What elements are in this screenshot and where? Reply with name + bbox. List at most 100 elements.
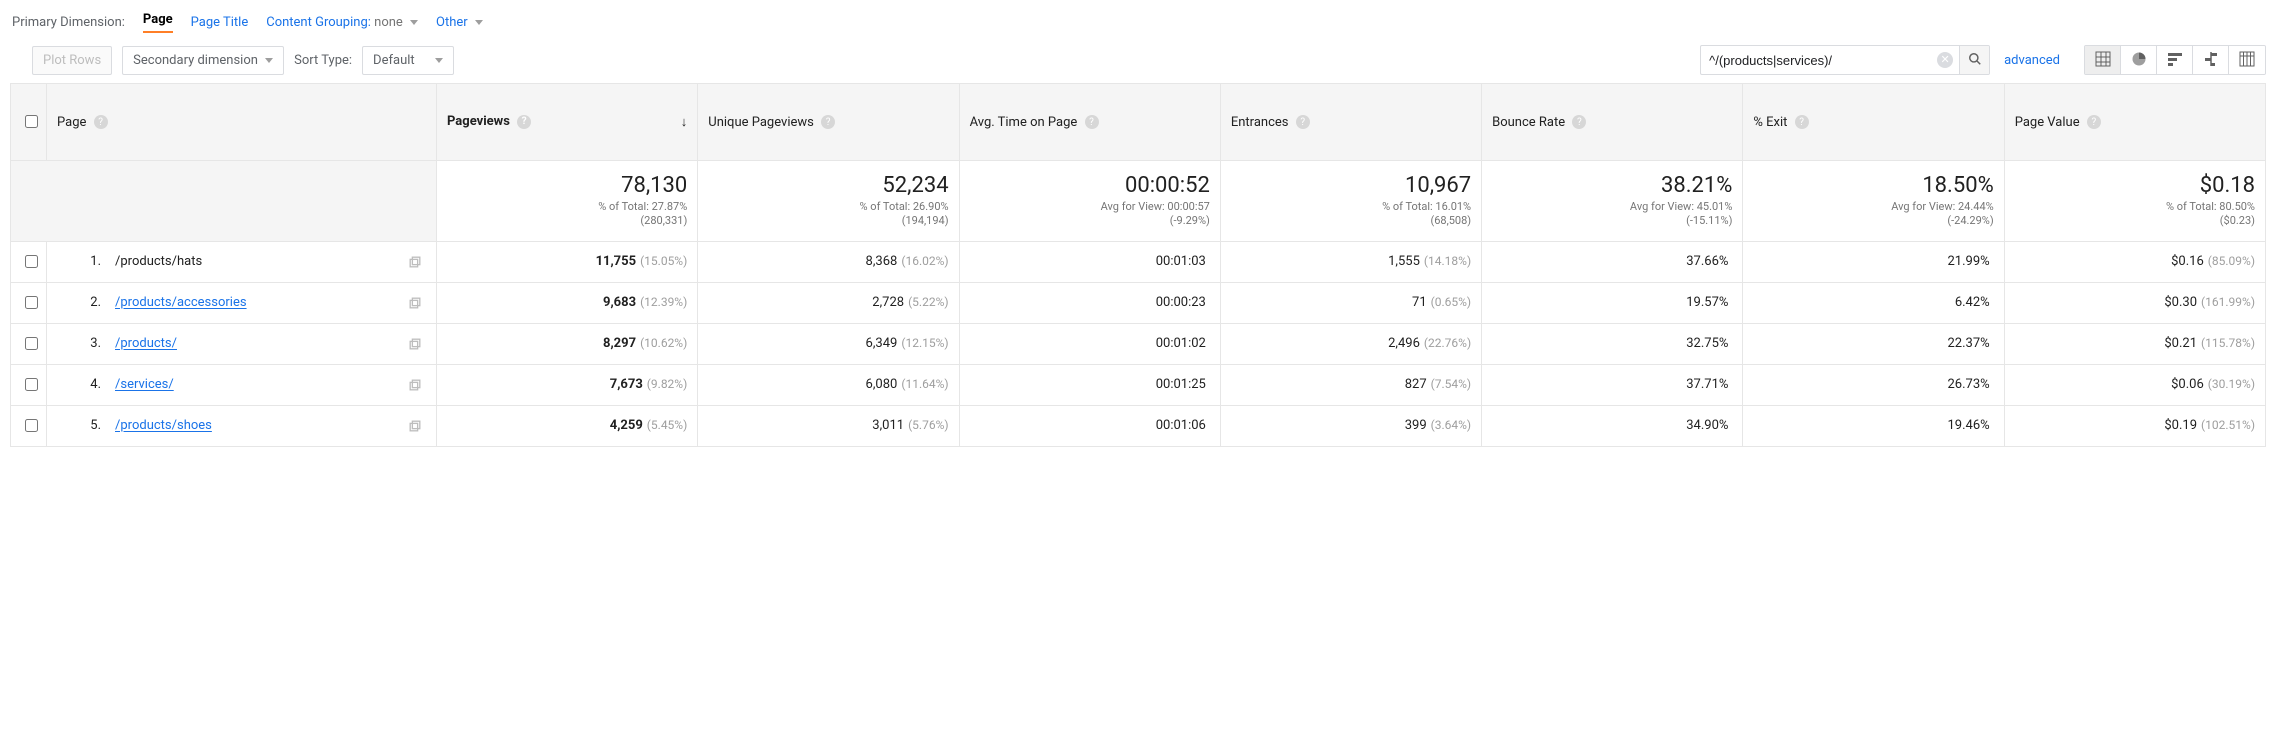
bars-centered-icon: [2203, 51, 2219, 70]
row-checkbox[interactable]: [25, 378, 38, 391]
primary-dimension-page[interactable]: Page: [143, 12, 173, 33]
grid-icon: [2095, 51, 2111, 70]
metric-cell: 4,259(5.45%): [437, 405, 698, 446]
view-mode-toggle: [2084, 45, 2266, 75]
metric-cell: 37.71%: [1482, 364, 1743, 405]
help-icon[interactable]: ?: [517, 115, 531, 129]
open-external-icon[interactable]: [408, 337, 422, 351]
open-external-icon[interactable]: [408, 255, 422, 269]
secondary-dimension-dropdown[interactable]: Secondary dimension: [122, 46, 284, 75]
metric-cell: 71(0.65%): [1220, 282, 1481, 323]
page-path-link[interactable]: /products/shoes: [115, 418, 212, 433]
select-all-checkbox[interactable]: [25, 115, 38, 128]
row-page-cell: 4./services/: [47, 364, 437, 405]
metric-cell: 827(7.54%): [1220, 364, 1481, 405]
primary-dimension-bar: Primary Dimension: Page Page Title Conte…: [10, 6, 2266, 43]
help-icon[interactable]: ?: [2087, 115, 2101, 129]
summary-row: 78,130% of Total: 27.87%(280,331) 52,234…: [11, 161, 2266, 242]
col-pageviews[interactable]: Pageviews ? ↓: [437, 84, 698, 161]
page-path-link[interactable]: /products/: [115, 336, 177, 351]
col-entrances[interactable]: Entrances ?: [1220, 84, 1481, 161]
help-icon[interactable]: ?: [1296, 115, 1310, 129]
metric-cell: 37.66%: [1482, 241, 1743, 282]
primary-dimension-label: Primary Dimension:: [12, 15, 125, 30]
metric-cell: 7,673(9.82%): [437, 364, 698, 405]
table-row: 2./products/accessories9,683(12.39%)2,72…: [11, 282, 2266, 323]
plot-rows-button[interactable]: Plot Rows: [32, 46, 112, 75]
table-toolbar: Plot Rows Secondary dimension Sort Type:…: [10, 43, 2266, 83]
page-path-link[interactable]: /products/hats: [115, 254, 202, 269]
col-page[interactable]: Page ?: [47, 84, 437, 161]
metric-cell: 6,080(11.64%): [698, 364, 959, 405]
pivot-icon: [2239, 51, 2255, 70]
row-index: 3.: [47, 336, 115, 351]
metric-cell: 3,011(5.76%): [698, 405, 959, 446]
primary-dimension-content-grouping[interactable]: Content Grouping: none: [266, 15, 418, 30]
metric-cell: 8,297(10.62%): [437, 323, 698, 364]
row-checkbox[interactable]: [25, 337, 38, 350]
metric-cell: 19.46%: [1743, 405, 2004, 446]
table-search: ✕: [1700, 45, 1990, 75]
view-pivot-button[interactable]: [2229, 46, 2265, 74]
page-path-link[interactable]: /products/accessories: [115, 295, 247, 310]
metric-cell: 2,496(22.76%): [1220, 323, 1481, 364]
table-row: 4./services/7,673(9.82%)6,080(11.64%)00:…: [11, 364, 2266, 405]
col-pct-exit[interactable]: % Exit ?: [1743, 84, 2004, 161]
col-avg-time[interactable]: Avg. Time on Page ?: [959, 84, 1220, 161]
table-row: 3./products/8,297(10.62%)6,349(12.15%)00…: [11, 323, 2266, 364]
row-page-cell: 3./products/: [47, 323, 437, 364]
metric-cell: 1,555(14.18%): [1220, 241, 1481, 282]
open-external-icon[interactable]: [408, 378, 422, 392]
row-index: 2.: [47, 295, 115, 310]
row-page-cell: 1./products/hats: [47, 241, 437, 282]
metric-cell: 9,683(12.39%): [437, 282, 698, 323]
help-icon[interactable]: ?: [1572, 115, 1586, 129]
help-icon[interactable]: ?: [1085, 115, 1099, 129]
metric-cell: 00:00:23: [959, 282, 1220, 323]
chevron-down-icon: [265, 58, 273, 63]
chevron-down-icon: [435, 58, 443, 63]
row-checkbox[interactable]: [25, 296, 38, 309]
metric-cell: 00:01:25: [959, 364, 1220, 405]
page-path-link[interactable]: /services/: [115, 377, 174, 392]
view-data-table-button[interactable]: [2085, 46, 2121, 74]
row-checkbox-cell: [11, 364, 47, 405]
view-performance-button[interactable]: [2157, 46, 2193, 74]
metric-cell: $0.21(115.78%): [2004, 323, 2265, 364]
metric-cell: 00:01:02: [959, 323, 1220, 364]
col-bounce-rate[interactable]: Bounce Rate ?: [1482, 84, 1743, 161]
col-page-value[interactable]: Page Value ?: [2004, 84, 2265, 161]
metric-cell: $0.19(102.51%): [2004, 405, 2265, 446]
sort-desc-icon: ↓: [681, 114, 688, 130]
view-comparison-button[interactable]: [2193, 46, 2229, 74]
metric-cell: $0.16(85.09%): [2004, 241, 2265, 282]
open-external-icon[interactable]: [408, 419, 422, 433]
search-input[interactable]: [1701, 49, 1937, 72]
metric-cell: 32.75%: [1482, 323, 1743, 364]
table-row: 5./products/shoes4,259(5.45%)3,011(5.76%…: [11, 405, 2266, 446]
view-percentage-button[interactable]: [2121, 46, 2157, 74]
row-checkbox[interactable]: [25, 255, 38, 268]
primary-dimension-other[interactable]: Other: [436, 15, 483, 30]
open-external-icon[interactable]: [408, 296, 422, 310]
help-icon[interactable]: ?: [1795, 115, 1809, 129]
metric-cell: 00:01:03: [959, 241, 1220, 282]
clear-search-button[interactable]: ✕: [1937, 52, 1953, 68]
sort-type-dropdown[interactable]: Default: [362, 46, 454, 75]
row-checkbox-cell: [11, 405, 47, 446]
report-table: Page ? Pageviews ? ↓ Unique Pageviews ? …: [10, 83, 2266, 447]
search-button[interactable]: [1959, 46, 1989, 74]
help-icon[interactable]: ?: [821, 115, 835, 129]
bars-horizontal-icon: [2167, 51, 2183, 70]
row-checkbox[interactable]: [25, 419, 38, 432]
primary-dimension-page-title[interactable]: Page Title: [191, 15, 249, 30]
sort-type-label: Sort Type:: [294, 53, 352, 68]
metric-cell: 8,368(16.02%): [698, 241, 959, 282]
metric-cell: $0.30(161.99%): [2004, 282, 2265, 323]
col-unique-pageviews[interactable]: Unique Pageviews ?: [698, 84, 959, 161]
advanced-search-link[interactable]: advanced: [2004, 53, 2060, 68]
row-page-cell: 2./products/accessories: [47, 282, 437, 323]
metric-cell: 11,755(15.05%): [437, 241, 698, 282]
metric-cell: 2,728(5.22%): [698, 282, 959, 323]
help-icon[interactable]: ?: [94, 115, 108, 129]
